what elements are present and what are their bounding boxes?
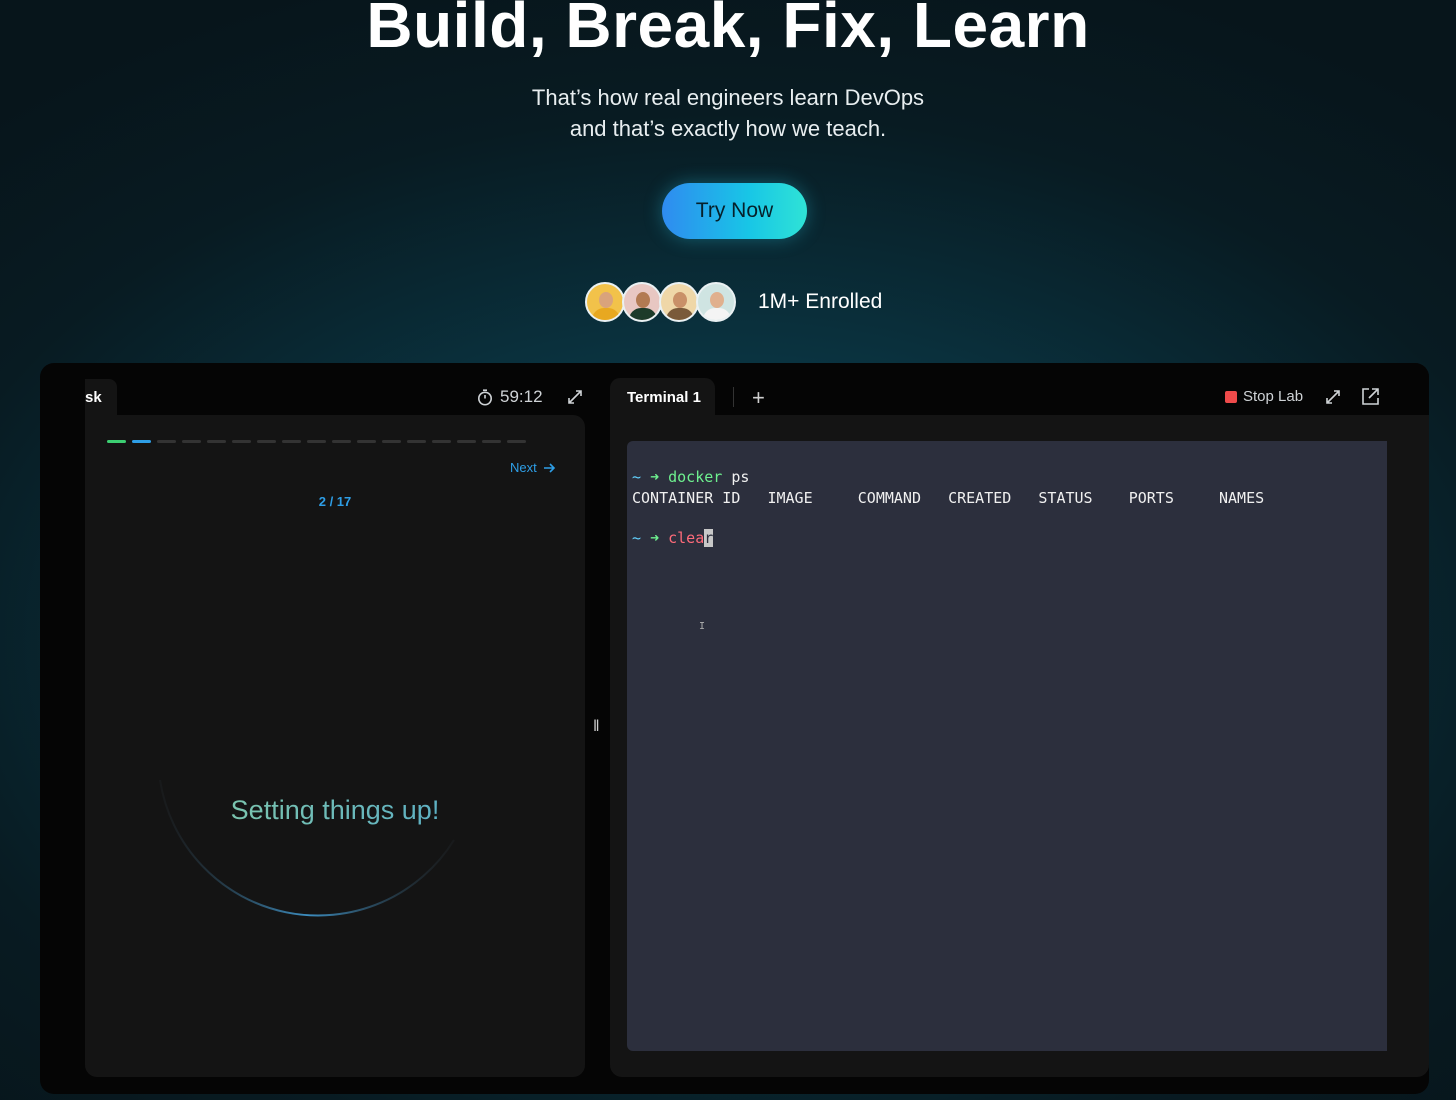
lab-window: sk 59:12 Next 2 / 17 Setting things up! … (40, 363, 1429, 1094)
step-segment (132, 440, 151, 443)
task-tab[interactable]: sk (85, 379, 117, 415)
step-segment (332, 440, 351, 443)
step-segment (282, 440, 301, 443)
timer-value: 59:12 (500, 387, 543, 406)
avatar-group (585, 282, 736, 322)
step-segment (432, 440, 451, 443)
step-segment (107, 440, 126, 443)
expand-icon[interactable] (1324, 388, 1342, 406)
terminal-line: ~ ➜ clear (632, 529, 714, 547)
stop-lab-label: Stop Lab (1243, 388, 1304, 405)
step-segment (482, 440, 501, 443)
panel-resize-handle[interactable]: ‖ (593, 718, 601, 738)
lab-footer-strip (85, 1077, 1384, 1094)
try-now-button[interactable]: Try Now (662, 183, 807, 239)
terminal-panel: Terminal 1 + Stop Lab ~ ➜ docker ps CONT… (610, 363, 1429, 1077)
hero-subtitle: That’s how real engineers learn DevOps a… (0, 82, 1456, 144)
hero-subtitle-line1: That’s how real engineers learn DevOps (531, 85, 925, 110)
avatar (696, 282, 736, 322)
step-segment (407, 440, 426, 443)
arrow-right-icon (543, 462, 555, 473)
terminal-cursor: r (704, 529, 714, 547)
avatar (585, 282, 625, 322)
stop-lab-button[interactable]: Stop Lab (1225, 388, 1303, 405)
next-label: Next (510, 460, 537, 475)
next-step-link[interactable]: Next (510, 460, 556, 475)
tab-terminal-1[interactable]: Terminal 1 (610, 378, 715, 415)
step-segment (507, 440, 526, 443)
step-segment (232, 440, 251, 443)
hero-title: Build, Break, Fix, Learn (366, 0, 1090, 61)
enrolled-count: 1M+ Enrolled (758, 290, 883, 313)
step-segment (207, 440, 226, 443)
plus-icon[interactable]: + (752, 385, 765, 411)
step-counter: 2 / 17 (318, 494, 352, 509)
task-tabbar: sk 59:12 (85, 363, 585, 415)
stopwatch-icon (478, 388, 492, 405)
step-segment (257, 440, 276, 443)
step-segment (157, 440, 176, 443)
step-segment (307, 440, 326, 443)
avatar (659, 282, 699, 322)
step-progress-bar (107, 440, 526, 443)
terminal-output[interactable]: ~ ➜ docker ps CONTAINER ID IMAGE COMMAND… (627, 441, 1387, 1051)
terminal-line: ~ ➜ docker ps (632, 468, 750, 486)
hero-subtitle-line2: and that’s exactly how we teach. (569, 116, 887, 141)
step-segment (382, 440, 401, 443)
avatar (622, 282, 662, 322)
enrolled-badge: 1M+ Enrolled (585, 281, 882, 323)
expand-icon[interactable] (566, 388, 584, 406)
text-cursor-icon: I (699, 621, 706, 632)
popout-icon[interactable] (1361, 387, 1380, 406)
loading-message: Setting things up! (85, 795, 585, 826)
stop-icon (1225, 390, 1237, 403)
step-segment (182, 440, 201, 443)
step-segment (457, 440, 476, 443)
tab-separator (733, 387, 734, 407)
task-panel: Next 2 / 17 Setting things up! (85, 415, 585, 1077)
terminal-line: CONTAINER ID IMAGE COMMAND CREATED STATU… (632, 489, 1265, 507)
lab-timer: 59:12 (477, 387, 543, 407)
step-segment (357, 440, 376, 443)
terminal-tabbar: Terminal 1 + Stop Lab (610, 363, 1429, 415)
loading-spinner (159, 779, 455, 917)
